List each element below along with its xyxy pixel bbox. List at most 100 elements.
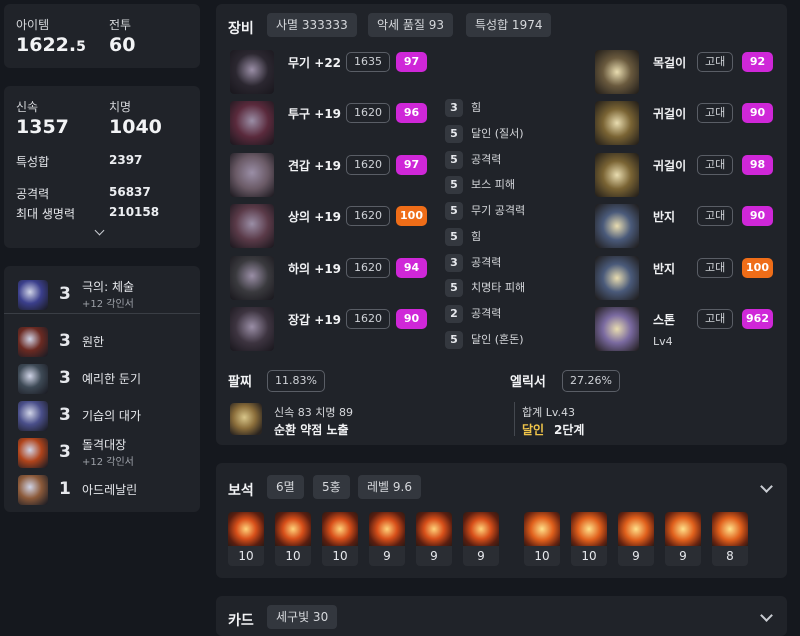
- gear-effect-text: 보스 피해: [471, 178, 515, 192]
- accessory-grade: 고대: [697, 52, 734, 72]
- gear-quality: 100: [396, 206, 427, 227]
- annihilation-gem-icon: [416, 512, 452, 546]
- engraving-item[interactable]: 3 원한: [4, 323, 200, 360]
- engraving-item[interactable]: 3 돌격대장 +12 각인서: [4, 434, 200, 471]
- engraving-level: 3: [59, 368, 71, 388]
- accessory-quality: 962: [742, 309, 773, 329]
- gem-level: 10: [524, 546, 560, 566]
- engraving-icon: [18, 475, 48, 505]
- engraving-item[interactable]: 3 예리한 둔기: [4, 360, 200, 397]
- gear-item-level: 1620: [346, 154, 390, 175]
- gem-slot[interactable]: 10: [571, 512, 607, 566]
- accessory-icon[interactable]: [595, 255, 639, 300]
- accessory-icon[interactable]: [595, 50, 639, 94]
- gear-effect-text: 공격력: [471, 255, 502, 269]
- accessory-grade: 고대: [697, 154, 734, 175]
- gear-effect-level: 5: [445, 202, 463, 221]
- gem-slot[interactable]: 10: [322, 512, 358, 566]
- gems-panel: 보석 6멸 5홍 레벨 9.6 10 10 10 9 9 9 10 10 9 9 8: [216, 463, 787, 578]
- cards-expand-icon[interactable]: [760, 609, 773, 622]
- elixir-total: 합계 Lv.43: [522, 406, 576, 419]
- accessory-icon[interactable]: [595, 204, 639, 249]
- gear-name: 상의 +19: [288, 210, 342, 225]
- engraving-icon: [18, 401, 48, 431]
- atk-label: 공격력: [16, 187, 50, 201]
- accessory-grade: 고대: [697, 103, 734, 124]
- gem-slot[interactable]: 9: [463, 512, 499, 566]
- gem-slot[interactable]: 10: [228, 512, 264, 566]
- annihilation-gem-icon: [369, 512, 405, 546]
- gem-slot[interactable]: 8: [712, 512, 748, 566]
- bracelet-icon[interactable]: [230, 403, 262, 435]
- gear-effect: 5 치명타 피해: [445, 279, 525, 298]
- engraving-level: 1: [59, 479, 71, 499]
- engraving-icon: [18, 280, 48, 310]
- gem-slot[interactable]: 10: [524, 512, 560, 566]
- accessory-grade: 고대: [697, 206, 734, 227]
- gear-effect-level: 5: [445, 227, 463, 246]
- annihilation-gem-icon: [322, 512, 358, 546]
- gem-slot[interactable]: 10: [275, 512, 311, 566]
- gear-item-level: 1620: [346, 206, 390, 227]
- gem-level: 9: [369, 546, 405, 566]
- engraving-item[interactable]: 3 극의: 체술 +12 각인서: [4, 276, 200, 313]
- gear-icon[interactable]: [230, 255, 274, 300]
- equipment-title: 장비: [228, 21, 254, 37]
- hp-value: 210158: [109, 205, 160, 219]
- gem-slot[interactable]: 9: [416, 512, 452, 566]
- accessory-icon[interactable]: [595, 101, 639, 146]
- gear-icon[interactable]: [230, 152, 274, 197]
- gear-icon[interactable]: [230, 307, 274, 351]
- engraving-book: +12 각인서: [82, 457, 134, 468]
- gear-item-level: 1620: [346, 103, 390, 124]
- gem-slot[interactable]: 9: [618, 512, 654, 566]
- crimson-gem-icon: [524, 512, 560, 546]
- special-value: 2397: [109, 153, 143, 167]
- gem-level: 10: [228, 546, 264, 566]
- chip-special-total: 특성합 1974: [466, 13, 552, 37]
- elixir-label: 엘릭서: [510, 375, 546, 390]
- engraving-item[interactable]: 1 아드레날린: [4, 471, 200, 508]
- gear-effect: 5 무기 공격력: [445, 202, 525, 221]
- engraving-icon: [18, 438, 48, 468]
- engraving-book: +12 각인서: [82, 299, 134, 310]
- gear-item-level: 1620: [346, 309, 390, 329]
- cards-title: 카드: [228, 613, 254, 629]
- accessory-grade: 고대: [697, 309, 734, 329]
- gear-name: 견갑 +19: [288, 158, 342, 173]
- gem-slot[interactable]: 9: [665, 512, 701, 566]
- gear-effect-text: 공격력: [471, 152, 502, 166]
- engraving-name: 아드레날린: [82, 483, 138, 497]
- accessory-quality: 98: [742, 154, 773, 175]
- accessory-quality: 90: [742, 103, 773, 124]
- stats-expand-icon[interactable]: [94, 225, 105, 236]
- engravings-panel: 3 극의: 체술 +12 각인서 3 원한 3 예리한 둔기 3 기습의 대가 3 돌격대장 +12 …: [4, 266, 200, 512]
- gem-slot[interactable]: 9: [369, 512, 405, 566]
- gem-level: 10: [571, 546, 607, 566]
- chip-gem-level: 레벨 9.6: [358, 475, 421, 499]
- accessory-icon[interactable]: [595, 152, 639, 197]
- engraving-item[interactable]: 3 기습의 대가: [4, 397, 200, 434]
- accessory-icon[interactable]: [595, 307, 639, 351]
- gems-expand-icon[interactable]: [760, 480, 773, 493]
- cards-panel: 카드 세구빛 30: [216, 596, 787, 636]
- gear-effect-level: 5: [445, 176, 463, 195]
- gear-effect-text: 달인 (혼돈): [471, 332, 524, 346]
- accessory-quality: 92: [742, 52, 773, 72]
- gem-level: 8: [712, 546, 748, 566]
- gear-quality: 97: [396, 154, 427, 175]
- accessory-name: 반지: [653, 261, 676, 276]
- gear-icon[interactable]: [230, 50, 274, 94]
- gear-effect-text: 공격력: [471, 307, 502, 320]
- engraving-icon: [18, 364, 48, 394]
- gear-icon[interactable]: [230, 204, 274, 249]
- gem-level: 9: [665, 546, 701, 566]
- bracelet-stats: 신속 83 치명 89: [274, 406, 353, 419]
- gear-effect: 3 공격력: [445, 253, 502, 272]
- gem-level: 10: [322, 546, 358, 566]
- crimson-gem-icon: [712, 512, 748, 546]
- gem-level: 9: [463, 546, 499, 566]
- gems-title: 보석: [228, 483, 254, 499]
- gear-icon[interactable]: [230, 101, 274, 146]
- gear-effect: 5 공격력: [445, 150, 502, 169]
